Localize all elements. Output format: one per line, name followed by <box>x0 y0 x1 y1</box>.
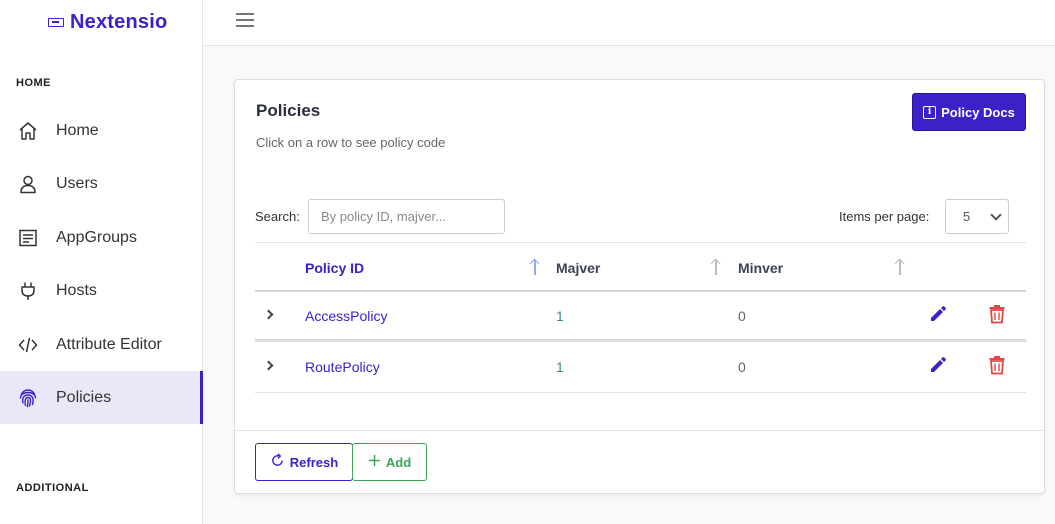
minver-cell: 0 <box>738 308 746 324</box>
column-header-minver[interactable]: Minver <box>738 260 783 276</box>
chevron-right-icon[interactable] <box>263 309 274 320</box>
add-button[interactable]: Add <box>352 443 427 481</box>
policies-card: Policies Click on a row to see policy co… <box>234 79 1045 494</box>
policy-id-cell: AccessPolicy <box>305 308 388 324</box>
section-label-home: HOME <box>16 77 51 89</box>
sidebar-item-policies[interactable]: Policies <box>0 371 203 424</box>
sidebar-item-label: Attribute Editor <box>56 335 162 353</box>
brand-name: Nextensio <box>70 10 168 33</box>
trash-icon[interactable] <box>988 304 1006 324</box>
items-per-page-select[interactable]: 5 <box>945 199 1009 234</box>
page-title: Policies <box>256 101 321 120</box>
sort-arrow-icon[interactable] <box>530 257 540 275</box>
items-per-page-label: Items per page: <box>839 209 930 224</box>
sidebar-item-users[interactable]: Users <box>0 157 203 210</box>
majver-cell: 1 <box>556 359 564 375</box>
add-label: Add <box>385 454 412 470</box>
trash-icon[interactable] <box>988 355 1006 375</box>
items-per-page-value: 5 <box>963 209 971 224</box>
chevron-right-icon[interactable] <box>263 360 274 371</box>
section-label-additional: ADDITIONAL <box>16 482 89 494</box>
policy-docs-button[interactable]: i Policy Docs <box>912 93 1026 131</box>
code-icon <box>18 335 38 355</box>
sort-arrow-icon[interactable] <box>711 257 721 275</box>
majver-cell: 1 <box>556 308 564 324</box>
sidebar-item-hosts[interactable]: Hosts <box>0 264 203 317</box>
column-header-majver[interactable]: Majver <box>556 260 600 276</box>
hamburger-icon[interactable] <box>236 13 254 28</box>
refresh-icon <box>270 453 285 471</box>
sidebar-item-home[interactable]: Home <box>0 104 203 157</box>
page-subtitle: Click on a row to see policy code <box>256 135 446 150</box>
sidebar-item-label: Policies <box>56 388 112 406</box>
pencil-icon[interactable] <box>928 304 948 324</box>
chevron-down-icon <box>990 209 1002 221</box>
refresh-button[interactable]: Refresh <box>255 443 353 481</box>
search-input[interactable] <box>308 199 505 234</box>
policy-id-cell: RoutePolicy <box>305 359 380 375</box>
sidebar-item-appgroups[interactable]: AppGroups <box>0 211 203 264</box>
top-bar <box>203 0 1055 46</box>
sidebar-item-label: Hosts <box>56 281 97 299</box>
card-footer-divider <box>235 430 1044 431</box>
minver-cell: 0 <box>738 359 746 375</box>
table-header: Policy ID Majver Minver <box>255 242 1026 292</box>
sidebar-item-label: AppGroups <box>56 228 137 246</box>
sidebar-item-label: Users <box>56 174 98 192</box>
refresh-label: Refresh <box>289 454 339 470</box>
policy-docs-label: Policy Docs <box>941 104 1015 120</box>
fingerprint-icon <box>18 388 38 408</box>
user-icon <box>18 174 38 194</box>
sidebar: Nextensio HOME Home Users AppGroups Host… <box>0 0 203 524</box>
document-icon <box>18 228 38 248</box>
sidebar-item-label: Home <box>56 121 99 139</box>
plug-icon <box>18 281 38 301</box>
card-icon <box>48 17 64 27</box>
home-icon <box>18 121 38 141</box>
search-label: Search: <box>255 209 300 224</box>
table-row[interactable]: AccessPolicy 1 0 <box>255 292 1026 342</box>
sort-arrow-icon[interactable] <box>895 257 905 275</box>
plus-icon <box>368 454 381 470</box>
sidebar-item-attribute-editor[interactable]: Attribute Editor <box>0 318 203 371</box>
pencil-icon[interactable] <box>928 355 948 375</box>
brand-logo[interactable]: Nextensio <box>48 10 167 34</box>
table-row[interactable]: RoutePolicy 1 0 <box>255 343 1026 393</box>
column-header-policy-id[interactable]: Policy ID <box>305 260 364 276</box>
info-icon: i <box>923 105 937 119</box>
